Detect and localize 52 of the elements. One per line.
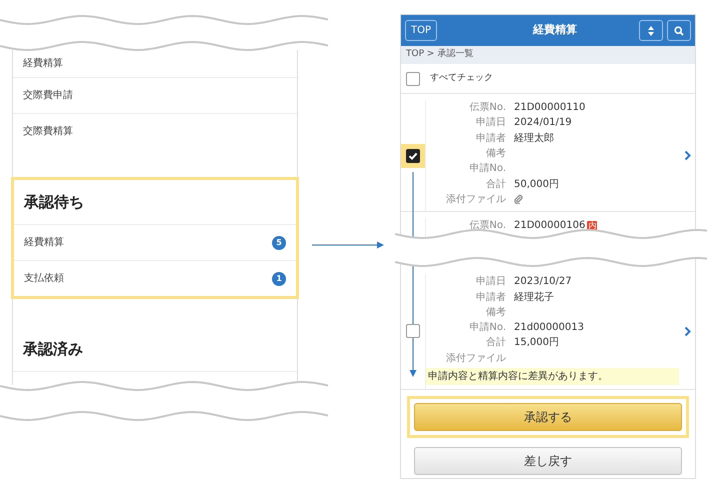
field-label: 合計 xyxy=(485,336,507,350)
field-value: 2023/10/27 xyxy=(514,275,572,290)
field-value: 21D00000110 xyxy=(514,101,586,116)
menu-item[interactable]: 支払依頼 1 xyxy=(14,260,296,296)
check-all-label: すべてチェック xyxy=(430,72,493,85)
chevron-right-icon xyxy=(684,326,690,337)
field-label: 伝票No. xyxy=(468,101,507,116)
field-label: 申請者 xyxy=(475,132,507,146)
section-heading: 承認済み xyxy=(22,338,84,360)
count-badge: 5 xyxy=(272,236,286,250)
checkbox[interactable] xyxy=(406,148,420,163)
menu-item[interactable]: 交際費精算 xyxy=(13,113,297,149)
warning-message: 申請内容と精算内容に差異があります。 xyxy=(426,368,679,385)
field-value: 21d00000013 xyxy=(514,321,584,336)
arrow-right-icon xyxy=(310,240,385,250)
field-label: 備考 xyxy=(485,306,507,320)
field-label: 添付ファイル xyxy=(445,352,507,366)
top-button[interactable]: TOP xyxy=(405,20,438,41)
menu-item[interactable]: 交際費申請 xyxy=(13,77,297,113)
field-value: 経理花子 xyxy=(514,290,554,305)
approve-button[interactable]: 承認する xyxy=(414,402,682,431)
checkbox[interactable] xyxy=(406,72,420,86)
field-label: 合計 xyxy=(485,178,507,192)
menu-item[interactable]: 経費精算 xyxy=(13,50,297,77)
field-label: 申請No. xyxy=(468,320,507,336)
check-icon xyxy=(408,150,418,161)
field-label: 申請日 xyxy=(475,116,507,130)
paperclip-icon xyxy=(514,194,523,204)
search-icon xyxy=(674,26,684,36)
search-button[interactable] xyxy=(666,20,691,41)
section-heading: 承認待ち xyxy=(22,192,85,213)
field-label: 添付ファイル xyxy=(445,192,507,207)
field-value: 15,000円 xyxy=(514,336,559,350)
tag-badge: 内 xyxy=(587,220,598,231)
field-label: 申請者 xyxy=(475,290,507,305)
screen-title: 経費精算 xyxy=(533,22,577,38)
sort-button[interactable] xyxy=(638,20,663,41)
field-label: 申請日 xyxy=(475,274,507,290)
checkbox[interactable] xyxy=(406,324,420,338)
breadcrumb: TOP > 承認一覧 xyxy=(401,46,695,64)
count-badge: 1 xyxy=(272,272,286,286)
field-label: 備考 xyxy=(485,146,507,162)
chevron-right-icon xyxy=(684,150,690,162)
menu-item[interactable]: 経費精算 5 xyxy=(14,224,296,260)
field-value: 2024/01/19 xyxy=(514,116,572,130)
field-label: 申請No. xyxy=(468,162,507,176)
sort-icon xyxy=(648,26,654,36)
field-value: 21D00000106 xyxy=(514,219,586,234)
field-value: 50,000円 xyxy=(514,178,559,192)
return-button[interactable]: 差し戻す xyxy=(414,446,682,475)
field-label: 伝票No. xyxy=(468,219,507,234)
field-value: 経理太郎 xyxy=(514,132,554,146)
